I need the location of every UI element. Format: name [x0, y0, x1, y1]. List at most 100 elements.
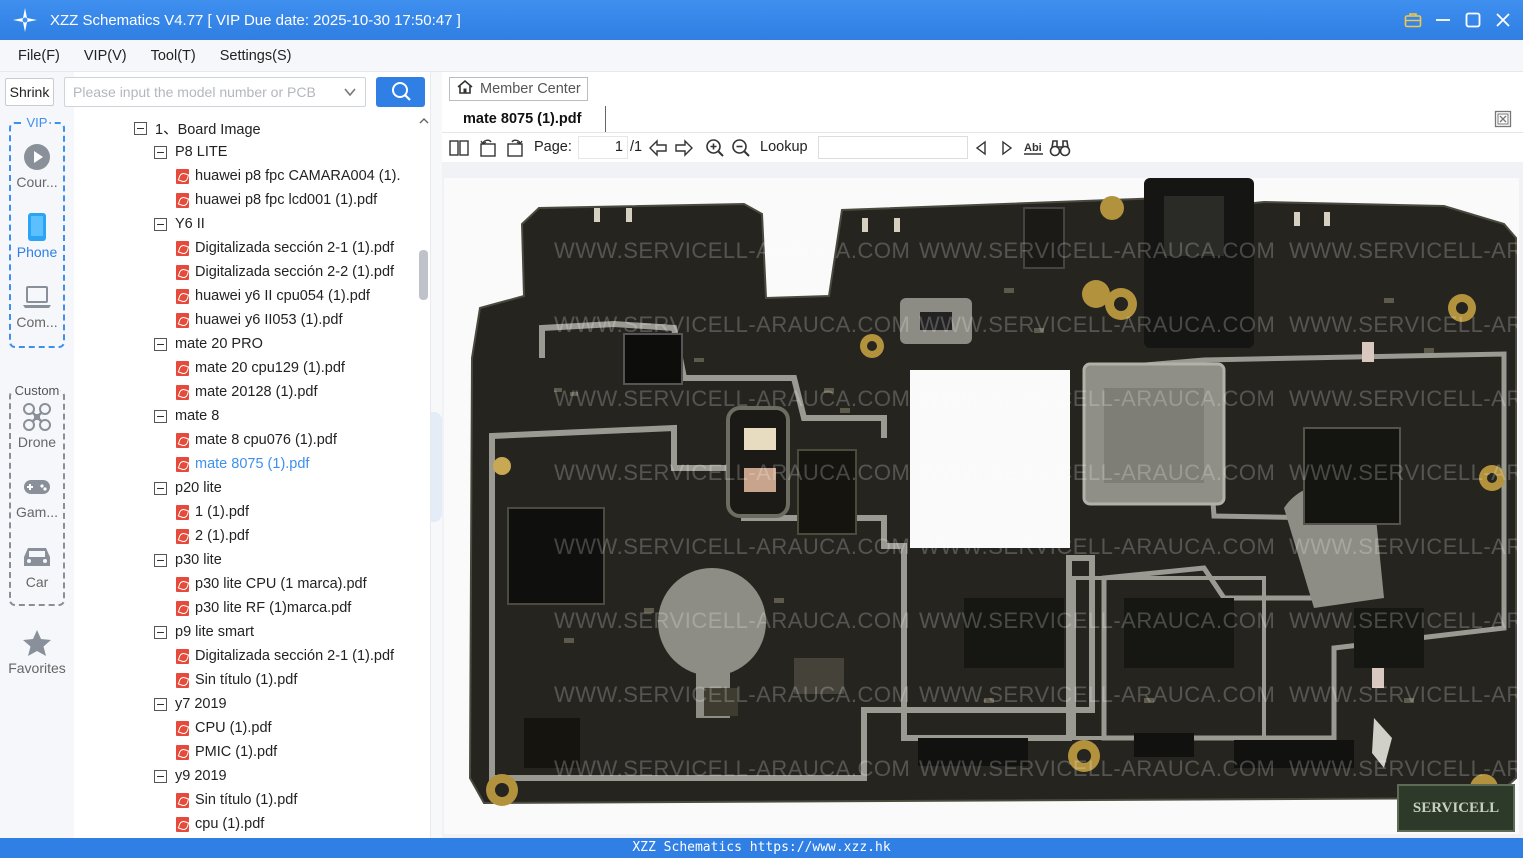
- tree-file[interactable]: p30 lite CPU (1 marca).pdf: [176, 572, 367, 596]
- tree-file[interactable]: p30 lite RF (1)marca.pdf: [176, 596, 351, 620]
- search-input[interactable]: Please input the model number or PCB: [64, 77, 366, 107]
- tree-file[interactable]: mate 20 cpu129 (1).pdf: [176, 356, 345, 380]
- lookup-input[interactable]: [818, 136, 968, 159]
- tree-folder[interactable]: mate 20 PRO: [154, 332, 263, 356]
- tree-file[interactable]: Digitalizada sección 2-2 (1).pdf: [176, 260, 394, 284]
- tree-file[interactable]: Digitalizada sección 2-1 (1).pdf: [176, 236, 394, 260]
- collapse-toggle-icon[interactable]: [154, 481, 167, 495]
- menu-file[interactable]: File(F): [18, 48, 60, 64]
- tree-item-label: Digitalizada sección 2-1 (1).pdf: [195, 648, 395, 664]
- tree-file[interactable]: PMIC (1).pdf: [176, 740, 277, 764]
- rail-item-course[interactable]: Cour...: [0, 142, 74, 190]
- tab-mate-8075[interactable]: mate 8075 (1).pdf: [448, 106, 606, 132]
- member-center-button[interactable]: Member Center: [449, 77, 588, 101]
- tree-folder[interactable]: P8 LITE: [154, 140, 227, 164]
- tree-folder[interactable]: y7 2019: [154, 692, 227, 716]
- tree-file[interactable]: 2 (1).pdf: [176, 524, 249, 548]
- minimize-button[interactable]: [1433, 10, 1453, 30]
- tree-file[interactable]: huawei y6 II053 (1).pdf: [176, 308, 343, 332]
- tree-file[interactable]: Sin título (1).pdf: [176, 668, 297, 692]
- rail-item-favorites[interactable]: Favorites: [0, 628, 74, 676]
- tree-file[interactable]: Digitalizada sección 2-1 (1).pdf: [176, 644, 394, 668]
- tree-file[interactable]: mate 8075 (1).pdf: [176, 452, 309, 476]
- tree-file[interactable]: huawei y6 II cpu054 (1).pdf: [176, 284, 370, 308]
- prev-page-icon[interactable]: [647, 137, 669, 159]
- menu-tool[interactable]: Tool(T): [151, 48, 196, 64]
- tree-folder[interactable]: p30 lite: [154, 548, 222, 572]
- tree-file[interactable]: huawei p8 fpc lcd001 (1).pdf: [176, 188, 377, 212]
- collapse-toggle-icon[interactable]: [154, 769, 167, 783]
- rail-item-car[interactable]: Car: [0, 542, 74, 590]
- tree-folder[interactable]: mate 8: [154, 404, 219, 428]
- two-page-icon[interactable]: [448, 137, 470, 159]
- tree-item-label: Sin título (1).pdf: [195, 792, 298, 808]
- collapse-toggle-icon[interactable]: [134, 121, 147, 135]
- maximize-button[interactable]: [1463, 10, 1483, 30]
- collapse-toggle-icon[interactable]: [154, 553, 167, 567]
- zoom-out-icon[interactable]: [730, 137, 752, 159]
- tree-file[interactable]: mate 20128 (1).pdf: [176, 380, 318, 404]
- zoom-in-icon[interactable]: [704, 137, 726, 159]
- chevron-down-icon[interactable]: [343, 85, 357, 102]
- tree-item-label: PMIC (1).pdf: [195, 744, 278, 760]
- menu-settings[interactable]: Settings(S): [220, 48, 292, 64]
- tree-item-label: CPU (1).pdf: [195, 720, 272, 736]
- tree-file[interactable]: Sin título (1).pdf: [176, 788, 297, 812]
- rotate-left-icon[interactable]: [477, 137, 499, 159]
- tree-file[interactable]: cpu (1).pdf: [176, 812, 264, 836]
- collapse-toggle-icon[interactable]: [154, 697, 167, 711]
- rail-item-phone[interactable]: Phone: [0, 212, 74, 260]
- panel-splitter[interactable]: [430, 72, 442, 838]
- tree-folder[interactable]: 1、Board Image: [134, 116, 261, 140]
- tree-folder[interactable]: Y6 II: [154, 212, 205, 236]
- rail-item-drone[interactable]: Drone: [0, 402, 74, 450]
- collapse-toggle-icon[interactable]: [154, 409, 167, 423]
- collapse-handle[interactable]: [431, 412, 442, 522]
- match-case-icon[interactable]: Abi: [1023, 137, 1045, 159]
- tree-item-label: p30 lite: [175, 552, 222, 568]
- rail-item-label: Drone: [17, 434, 57, 450]
- collapse-toggle-icon[interactable]: [154, 145, 167, 159]
- search-button[interactable]: [376, 77, 425, 107]
- tree-folder[interactable]: y9 2019: [154, 764, 227, 788]
- pdf-file-icon: [176, 816, 189, 832]
- pdf-file-icon: [176, 504, 189, 520]
- tree-file[interactable]: CPU (1).pdf: [176, 716, 272, 740]
- menu-bar: File(F) VIP(V) Tool(T) Settings(S): [0, 40, 1523, 72]
- next-page-icon[interactable]: [673, 137, 695, 159]
- pdf-page[interactable]: WWW.SERVICELL-ARAUCA.COM WWW.SERVICELL-A…: [444, 178, 1519, 834]
- tree-file[interactable]: 1 (1).pdf: [176, 500, 249, 524]
- close-button[interactable]: [1493, 10, 1513, 30]
- collapse-toggle-icon[interactable]: [154, 337, 167, 351]
- left-rail: Shrink VIP Custom Cour... Phone Com... D…: [0, 72, 74, 838]
- custom-group-label: Custom: [13, 383, 61, 398]
- binoculars-icon[interactable]: [1049, 137, 1071, 159]
- collapse-toggle-icon[interactable]: [154, 217, 167, 231]
- tree-item-label: mate 20128 (1).pdf: [195, 384, 318, 400]
- drone-icon: [22, 402, 52, 432]
- close-tab-icon[interactable]: [1494, 110, 1512, 128]
- find-prev-icon[interactable]: [970, 137, 992, 159]
- collapse-toggle-icon[interactable]: [154, 625, 167, 639]
- tree-file[interactable]: mate 8 cpu076 (1).pdf: [176, 428, 337, 452]
- page-number-input[interactable]: 1: [578, 136, 628, 159]
- tree-item-label: mate 8 cpu076 (1).pdf: [195, 432, 337, 448]
- rail-item-game[interactable]: Gam...: [0, 472, 74, 520]
- tree-folder[interactable]: p20 lite: [154, 476, 222, 500]
- menu-vip[interactable]: VIP(V): [84, 48, 127, 64]
- tree-item-label: 2 (1).pdf: [195, 528, 249, 544]
- tree-folder[interactable]: p9 lite smart: [154, 620, 254, 644]
- tree-item-label: Digitalizada sección 2-1 (1).pdf: [195, 240, 395, 256]
- rotate-right-icon[interactable]: [504, 137, 526, 159]
- find-next-icon[interactable]: [996, 137, 1018, 159]
- briefcase-icon[interactable]: [1403, 10, 1423, 30]
- scroll-up-icon[interactable]: [418, 114, 430, 128]
- pdf-viewer[interactable]: WWW.SERVICELL-ARAUCA.COM WWW.SERVICELL-A…: [442, 162, 1523, 838]
- car-icon: [22, 542, 52, 572]
- servicell-stamp: SERVICELL: [1397, 784, 1515, 832]
- shrink-button[interactable]: Shrink: [5, 78, 54, 106]
- tree-file[interactable]: huawei p8 fpc CAMARA004 (1).: [176, 164, 401, 188]
- rail-item-computer[interactable]: Com...: [0, 282, 74, 330]
- tree-scrollbar[interactable]: [419, 250, 428, 300]
- board-image: [468, 178, 1517, 806]
